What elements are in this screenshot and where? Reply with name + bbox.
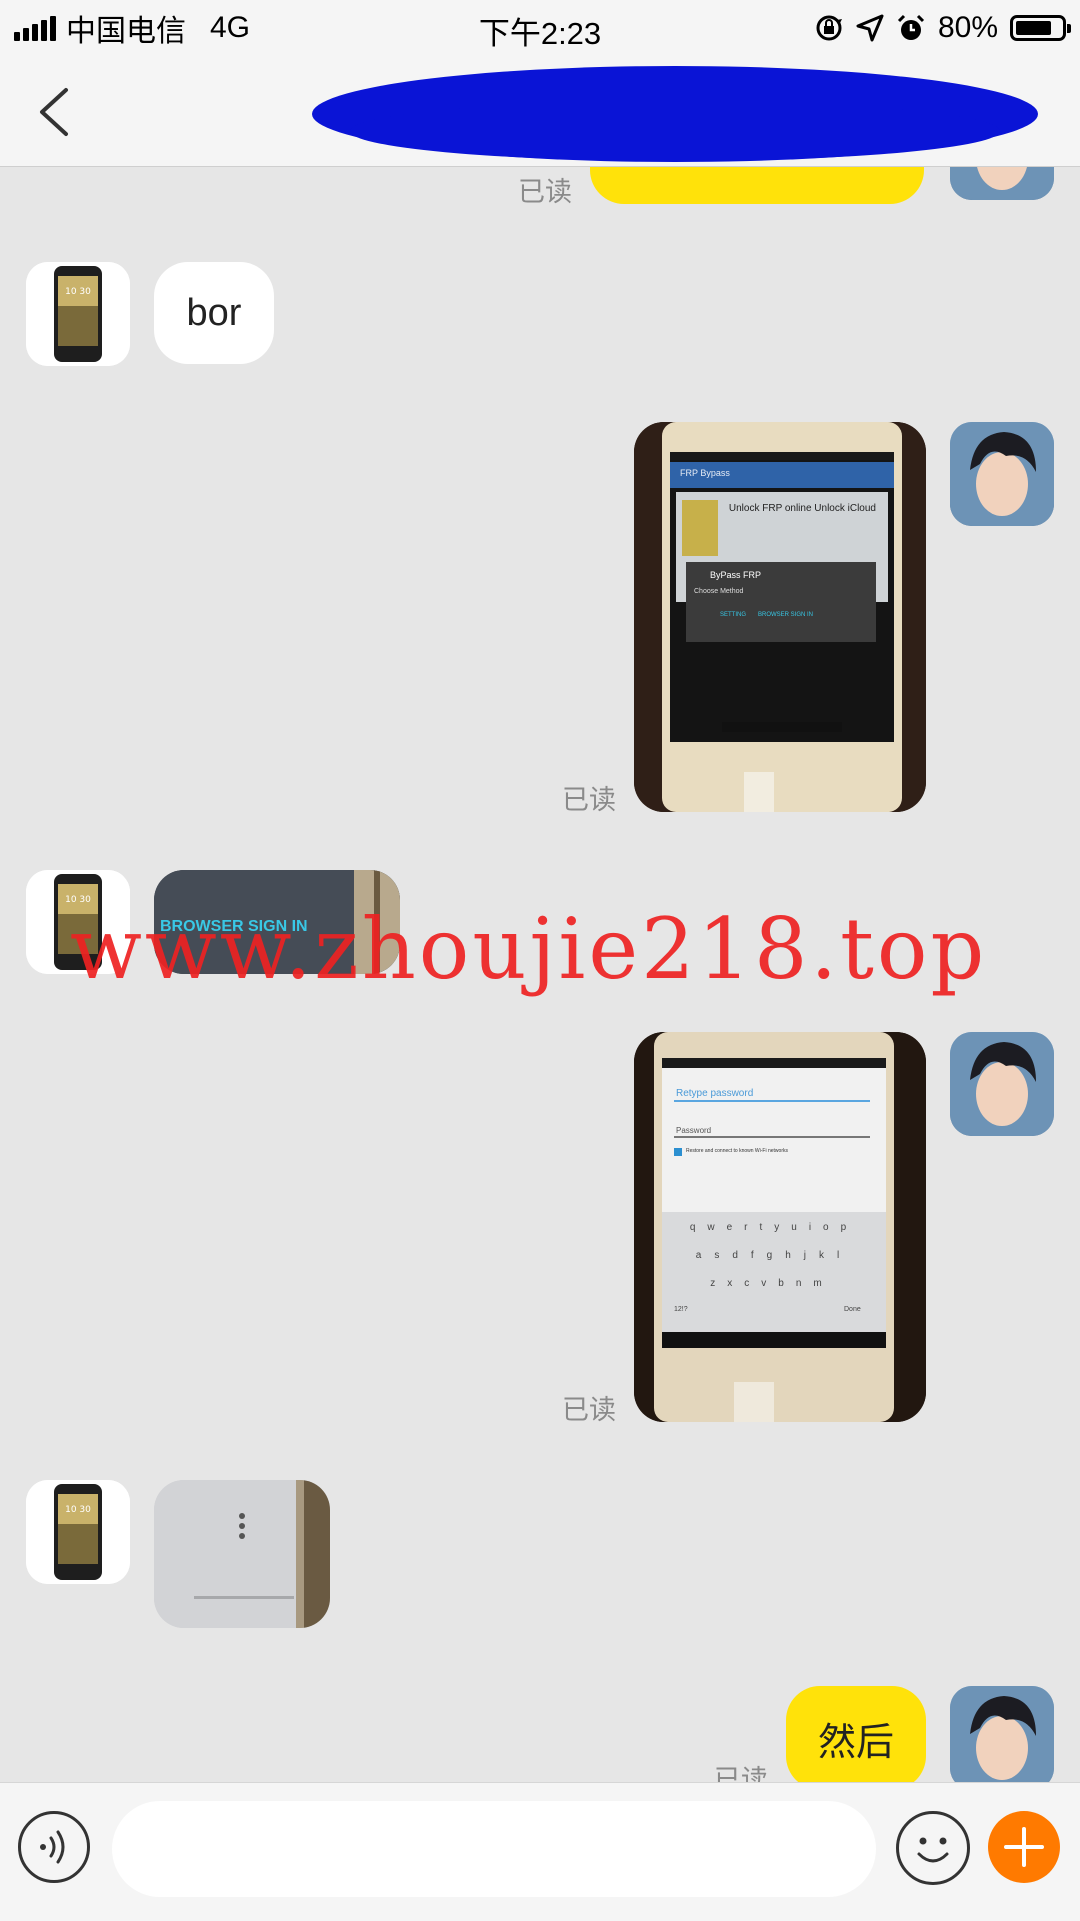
signal-icon <box>14 15 56 41</box>
avatar-self[interactable] <box>950 1032 1054 1136</box>
status-bar: 中国电信 4G 下午2:23 80% <box>0 0 1080 56</box>
location-icon <box>856 14 884 42</box>
photo-password-label: Password <box>676 1126 712 1135</box>
voice-icon[interactable] <box>18 1811 90 1883</box>
photo-checkbox-text: Restore and connect to known Wi-Fi netwo… <box>686 1148 788 1154</box>
boy-avatar-image <box>950 422 1054 526</box>
message-text: 然后 <box>817 1721 894 1764</box>
battery-percent: 80% <box>937 11 998 44</box>
photo-keyboard-row: asdfghjkl <box>695 1250 853 1261</box>
orientation-lock-icon <box>816 15 842 41</box>
read-receipt: 已读 <box>518 177 572 207</box>
chat-header <box>0 56 1080 167</box>
photo-dialog-setting: SETTING <box>720 612 747 618</box>
photo-key-num: 12!? <box>674 1306 688 1313</box>
alarm-icon <box>897 14 925 40</box>
avatar-contact[interactable]: 10 30 <box>26 262 130 366</box>
phone-avatar-image: 10 30 <box>26 1480 130 1584</box>
boy-avatar-image <box>950 1686 1054 1790</box>
photo-retype-label: Retype password <box>676 1088 754 1099</box>
message-bubble-received[interactable]: bor <box>154 262 274 364</box>
boy-avatar-image <box>950 1032 1054 1136</box>
redacted-chat-title-scribble <box>350 101 1000 161</box>
grey-closeup-photo <box>154 1480 330 1628</box>
photo-dialog-browser: BROWSER SIGN IN <box>758 612 814 618</box>
battery-icon <box>1010 15 1071 41</box>
status-left: 中国电信 4G <box>14 8 250 48</box>
watermark-text: www.zhoujie218.top <box>70 900 988 998</box>
photo-keyboard-row: qwertyuiop <box>689 1222 859 1233</box>
message-bubble-sent[interactable]: 然后 <box>786 1686 926 1790</box>
message-image-received[interactable] <box>154 1480 330 1628</box>
avatar-contact[interactable]: 10 30 <box>26 1480 130 1584</box>
avatar-self[interactable] <box>950 422 1054 526</box>
message-input[interactable] <box>112 1801 876 1897</box>
svg-text:10 30: 10 30 <box>65 1505 91 1515</box>
avatar-self[interactable] <box>950 1686 1054 1790</box>
read-receipt: 已读 <box>562 1395 616 1425</box>
message-text: bor <box>186 291 242 334</box>
input-bar <box>0 1782 1080 1921</box>
photo-dialog-body: Choose Method <box>694 588 744 595</box>
photo-card-text: Unlock FRP online Unlock iCloud <box>728 503 876 514</box>
message-image-sent[interactable]: Retype password Password Restore and con… <box>634 1032 926 1422</box>
read-receipt: 已读 <box>562 785 616 815</box>
status-right: 80% <box>814 8 1071 48</box>
chevron-left-icon[interactable] <box>30 84 80 140</box>
phone-avatar-image: 10 30 <box>26 262 130 366</box>
photo-dialog-title: ByPass FRP <box>710 570 762 580</box>
network-label: 4G <box>210 11 251 44</box>
message-image-sent[interactable]: FRP Bypass Unlock FRP online Unlock iClo… <box>634 422 926 812</box>
emoji-icon[interactable] <box>896 1811 970 1885</box>
plus-icon[interactable] <box>988 1811 1060 1883</box>
photo-key-done: Done <box>844 1306 861 1313</box>
photo-app-title: FRP Bypass <box>680 468 730 478</box>
svg-text:10 30: 10 30 <box>65 287 91 297</box>
photo-keyboard-row: zxcvbnm <box>710 1278 834 1289</box>
carrier-label: 中国电信 <box>66 15 186 48</box>
